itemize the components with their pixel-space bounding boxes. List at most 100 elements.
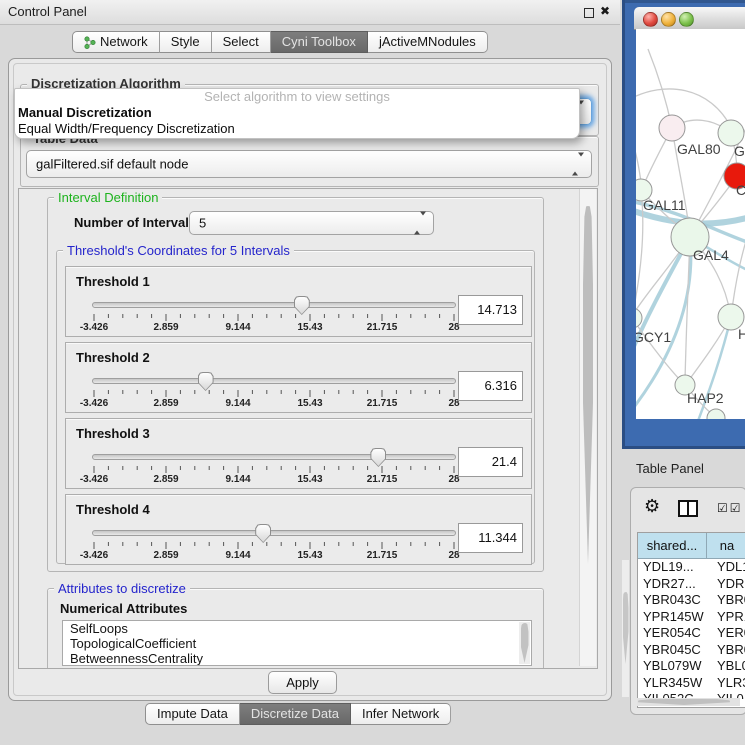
table-row[interactable]: YBR043CYBR0 <box>638 592 745 609</box>
column-header-shared[interactable]: shared... <box>638 533 707 558</box>
network-window-titlebar[interactable] <box>634 7 745 30</box>
slider-ticks <box>92 466 456 475</box>
list-item[interactable]: TopologicalCoefficient <box>63 636 531 651</box>
slider-thumb[interactable] <box>294 296 310 315</box>
slider-thumb[interactable] <box>255 524 271 543</box>
list-item[interactable]: BetweennessCentrality <box>63 651 531 666</box>
checked-box-icons[interactable]: ☑☑ <box>717 501 743 515</box>
attributes-list[interactable]: SelfLoopsTopologicalCoefficientBetweenne… <box>62 620 532 666</box>
attributes-scrollbar[interactable] <box>519 622 530 664</box>
table-vertical-scrollbar[interactable] <box>622 560 629 697</box>
table-row[interactable]: YLR345WYLR3 <box>638 675 745 692</box>
threshold-slider[interactable]: -3.4262.8599.14415.4321.71528 <box>92 449 456 485</box>
thresholds-group-title: Threshold's Coordinates for 5 Intervals <box>63 243 294 258</box>
node-unlabeled[interactable] <box>707 409 725 419</box>
node-label: GAL4 <box>693 247 729 263</box>
apply-button[interactable]: Apply <box>268 671 337 694</box>
slider-tick-label: 21.715 <box>367 322 398 333</box>
threshold-value-field[interactable]: 14.713 <box>458 295 523 325</box>
network-icon <box>84 36 96 49</box>
cell-shared-name: YER054C <box>638 625 711 642</box>
cell-name: YLR3 <box>711 675 745 692</box>
tab-impute-data[interactable]: Impute Data <box>145 703 240 725</box>
cell-name: YPR1 <box>711 609 745 626</box>
slider-tick-label: -3.426 <box>80 550 108 561</box>
tab-cyni-toolbox[interactable]: Cyni Toolbox <box>271 31 368 53</box>
table-horizontal-scrollbar[interactable] <box>637 698 740 706</box>
table-row[interactable]: YPR145WYPR1 <box>638 609 745 626</box>
tab-discretize-data[interactable]: Discretize Data <box>240 703 351 725</box>
gear-icon[interactable]: ⚙ <box>644 496 660 517</box>
node-label: H <box>738 326 745 342</box>
num-intervals-combo[interactable]: 5 <box>189 211 434 235</box>
close-icon[interactable]: ✖ <box>600 4 610 18</box>
cell-shared-name: YBR043C <box>638 592 711 609</box>
cell-shared-name: YLR345W <box>638 675 711 692</box>
slider-tick-label: 9.144 <box>225 322 250 333</box>
node-label: HAP2 <box>687 390 724 406</box>
threshold-value-field[interactable]: 21.4 <box>458 447 523 477</box>
node-label: C <box>736 182 745 198</box>
threshold-value-field[interactable]: 6.316 <box>458 371 523 401</box>
tab-infer-network[interactable]: Infer Network <box>351 703 451 725</box>
table-row[interactable]: YBR045CYBR0 <box>638 642 745 659</box>
table-row[interactable]: YDR27...YDR2 <box>638 576 745 593</box>
tab-label: Impute Data <box>157 704 228 724</box>
threshold-value-field[interactable]: 11.344 <box>458 523 523 553</box>
interval-definition-group: Interval Definition Number of Intervals … <box>47 197 544 572</box>
tab-jactivemnodules[interactable]: jActiveMNodules <box>368 31 488 53</box>
slider-tick-label: 9.144 <box>225 474 250 485</box>
tab-label: jActiveMNodules <box>379 32 476 52</box>
table-rows: YDL19...YDL1YDR27...YDR2YBR043CYBR0YPR14… <box>638 559 745 699</box>
dropdown-prompt: Select algorithm to view settings <box>15 89 579 105</box>
edge[interactable] <box>685 237 690 381</box>
network-canvas[interactable]: GAL80GACGAL11GAL4GCY1HHAP2 <box>636 29 745 419</box>
list-item[interactable]: SelfLoops <box>63 621 531 636</box>
vertical-scrollbar[interactable] <box>579 189 596 666</box>
slider-thumb[interactable] <box>370 448 386 467</box>
cell-shared-name: YBR045C <box>638 642 711 659</box>
node-label: GAL80 <box>677 141 721 157</box>
float-window-icon[interactable] <box>584 8 594 18</box>
thresholds-group: Threshold's Coordinates for 5 Intervals … <box>56 250 535 564</box>
threshold-slider[interactable]: -3.4262.8599.14415.4321.71528 <box>92 373 456 409</box>
tab-label: Style <box>171 32 200 52</box>
cell-name: YDL1 <box>711 559 745 576</box>
column-header-na[interactable]: na <box>707 533 745 558</box>
dropdown-option-equal-width-frequency-discretization[interactable]: Equal Width/Frequency Discretization <box>15 121 579 137</box>
attributes-group-title: Attributes to discretize <box>54 581 190 596</box>
scrollbar-thumb[interactable] <box>638 699 730 705</box>
bottom-tab-bar: Impute Data Discretize DataInfer Network <box>145 703 451 725</box>
slider-track <box>92 530 456 536</box>
scrollbar-thumb[interactable] <box>623 592 629 664</box>
tab-select[interactable]: Select <box>212 31 271 53</box>
table-row[interactable]: YBL079WYBL0 <box>638 658 745 675</box>
threshold-slider[interactable]: -3.4262.8599.14415.4321.71528 <box>92 525 456 561</box>
slider-ticks <box>92 390 456 399</box>
table-data-combo[interactable]: galFiltered.sif default node <box>26 150 592 178</box>
tab-style[interactable]: Style <box>160 31 212 53</box>
table-row[interactable]: YER054CYER0 <box>638 625 745 642</box>
slider-tick-label: 9.144 <box>225 550 250 561</box>
node-label: GAL11 <box>643 197 686 213</box>
split-columns-icon[interactable] <box>678 500 698 517</box>
node-gal80[interactable] <box>659 115 685 141</box>
scrollbar-thumb[interactable] <box>583 206 593 564</box>
table-data-value: galFiltered.sif default node <box>36 157 188 172</box>
zoom-traffic-light-icon[interactable] <box>679 12 694 27</box>
node-gcy1[interactable] <box>636 308 642 328</box>
threshold-panel: Threshold 2-3.4262.8599.14415.4321.71528… <box>65 342 532 413</box>
slider-tick-label: 2.859 <box>153 322 178 333</box>
slider-tick-label: 2.859 <box>153 474 178 485</box>
slider-thumb[interactable] <box>198 372 214 391</box>
node-label: GCY1 <box>636 329 671 345</box>
table-row[interactable]: YDL19...YDL1 <box>638 559 745 576</box>
scrollbar-thumb[interactable] <box>521 623 529 663</box>
dropdown-option-manual-discretization[interactable]: Manual Discretization <box>15 105 579 121</box>
threshold-slider[interactable]: -3.4262.8599.14415.4321.71528 <box>92 297 456 333</box>
desktop: Control Panel ✖ NetworkStyleSelectCyni T… <box>0 0 745 745</box>
tab-network[interactable]: Network <box>72 31 160 53</box>
minimize-traffic-light-icon[interactable] <box>661 12 676 27</box>
close-traffic-light-icon[interactable] <box>643 12 658 27</box>
network-graph[interactable]: GAL80GACGAL11GAL4GCY1HHAP2 <box>636 29 745 419</box>
